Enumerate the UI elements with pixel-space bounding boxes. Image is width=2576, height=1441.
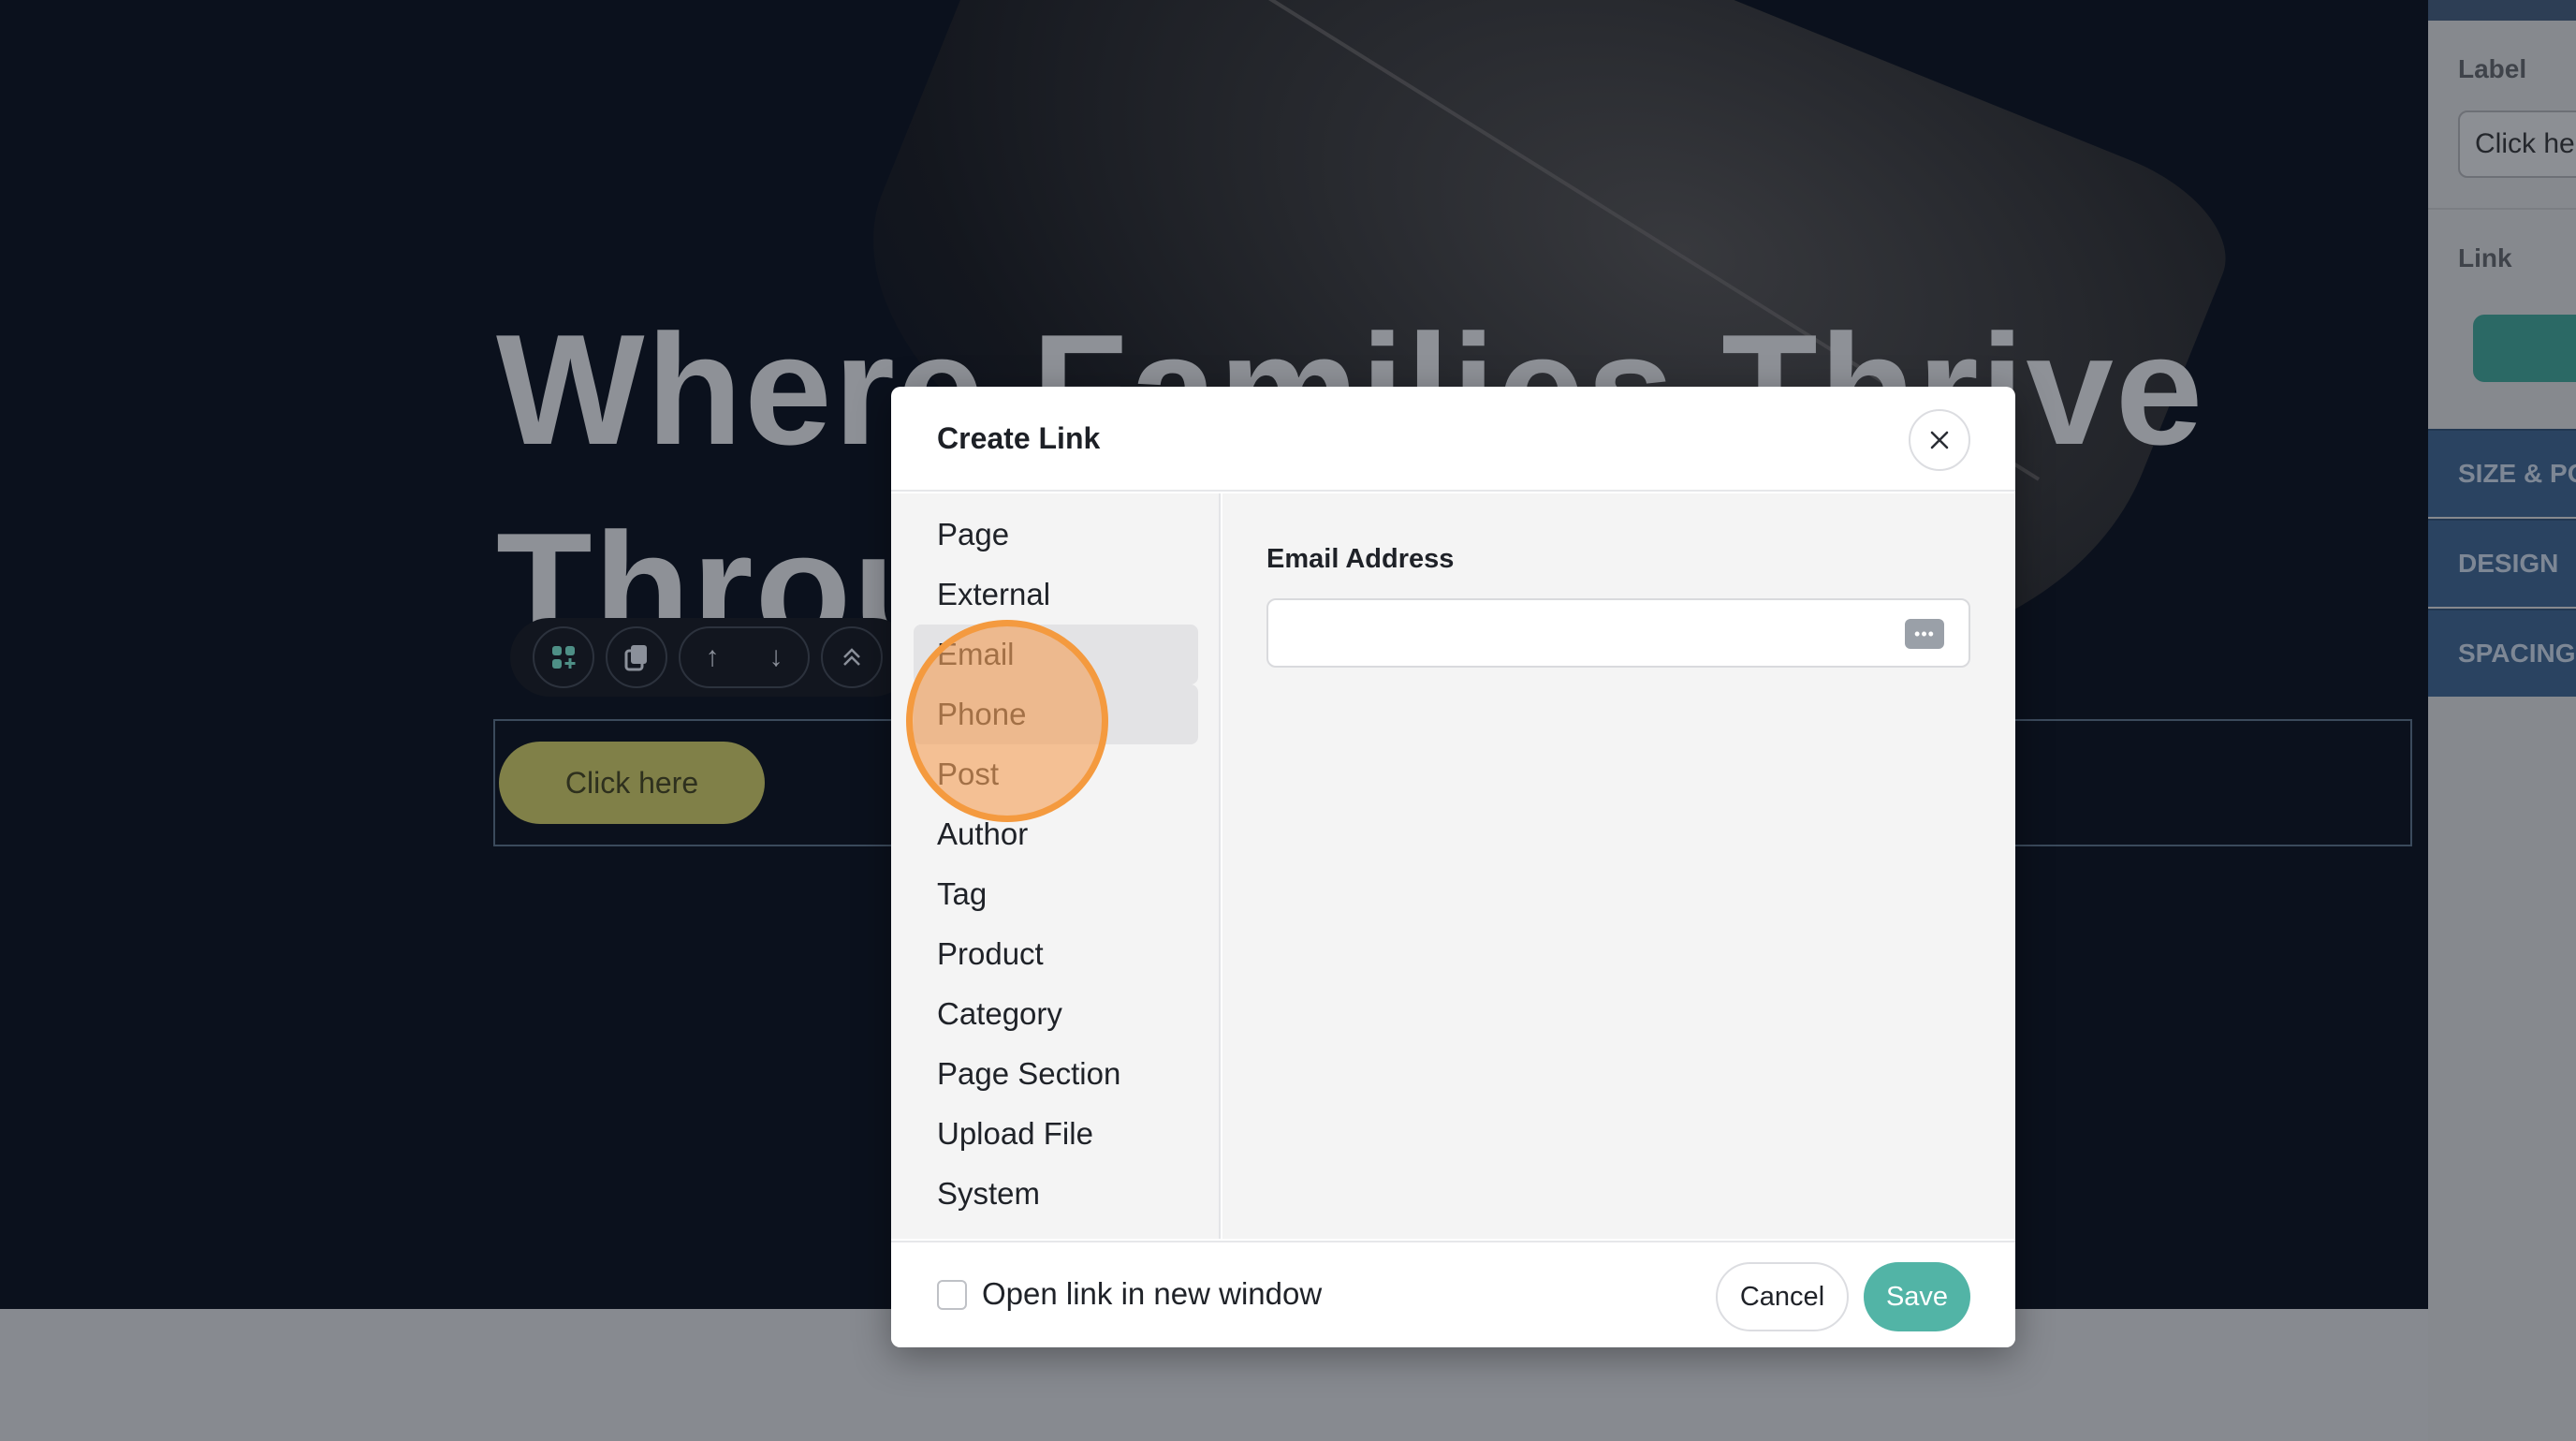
element-toolbar: ↑ ↓ xyxy=(510,618,913,697)
link-type-upload-file[interactable]: Upload File xyxy=(914,1104,1198,1164)
link-button[interactable] xyxy=(2473,315,2576,382)
create-link-dialog: Create Link Page External Email Phone Po… xyxy=(891,387,2015,1347)
close-icon xyxy=(1930,431,1949,449)
password-manager-icon[interactable]: ••• xyxy=(1905,619,1944,649)
section-spacing[interactable]: SPACING xyxy=(2428,609,2576,697)
close-button[interactable] xyxy=(1909,409,1970,471)
reorder-controls: ↑ ↓ xyxy=(679,626,810,688)
link-type-list: Page External Email Phone Post Author Ta… xyxy=(891,493,1221,1239)
link-heading: Link xyxy=(2458,243,2512,272)
arrow-down-icon[interactable]: ↓ xyxy=(769,641,783,673)
cancel-button[interactable]: Cancel xyxy=(1716,1262,1849,1331)
link-type-category[interactable]: Category xyxy=(914,984,1198,1044)
hero-cta-button[interactable]: Click here xyxy=(499,742,765,824)
panel-header-strip xyxy=(2428,0,2576,21)
save-button[interactable]: Save xyxy=(1864,1262,1970,1331)
email-address-input[interactable] xyxy=(1268,600,1905,666)
label-input[interactable]: Click here xyxy=(2458,110,2576,178)
duplicate-icon[interactable] xyxy=(606,626,667,688)
link-type-page-section[interactable]: Page Section xyxy=(914,1044,1198,1104)
panel-divider xyxy=(2428,208,2576,210)
link-type-system[interactable]: System xyxy=(914,1164,1198,1224)
link-type-product[interactable]: Product xyxy=(914,924,1198,984)
email-address-field[interactable]: ••• xyxy=(1266,598,1970,668)
arrow-up-icon[interactable]: ↑ xyxy=(706,641,720,673)
link-type-tag[interactable]: Tag xyxy=(914,864,1198,924)
section-size-position[interactable]: SIZE & POSITION xyxy=(2428,429,2576,517)
dialog-footer: Open link in new window Cancel Save xyxy=(891,1241,2015,1347)
open-new-window-label[interactable]: Open link in new window xyxy=(982,1276,1322,1312)
link-type-page[interactable]: Page xyxy=(914,505,1198,565)
section-design[interactable]: DESIGN xyxy=(2428,519,2576,607)
open-new-window-checkbox[interactable] xyxy=(937,1280,967,1310)
link-type-external[interactable]: External xyxy=(914,565,1198,625)
dialog-title: Create Link xyxy=(937,420,1101,455)
email-address-label: Email Address xyxy=(1266,544,1455,574)
dialog-header: Create Link xyxy=(891,387,2015,492)
link-type-author[interactable]: Author xyxy=(914,804,1198,864)
label-heading: Label xyxy=(2458,54,2527,83)
click-highlight-marker xyxy=(906,620,1108,822)
properties-panel: Label Click here Link SIZE & POSITION DE… xyxy=(2428,0,2576,1441)
move-to-top-icon[interactable] xyxy=(821,626,883,688)
add-block-icon[interactable] xyxy=(533,626,594,688)
